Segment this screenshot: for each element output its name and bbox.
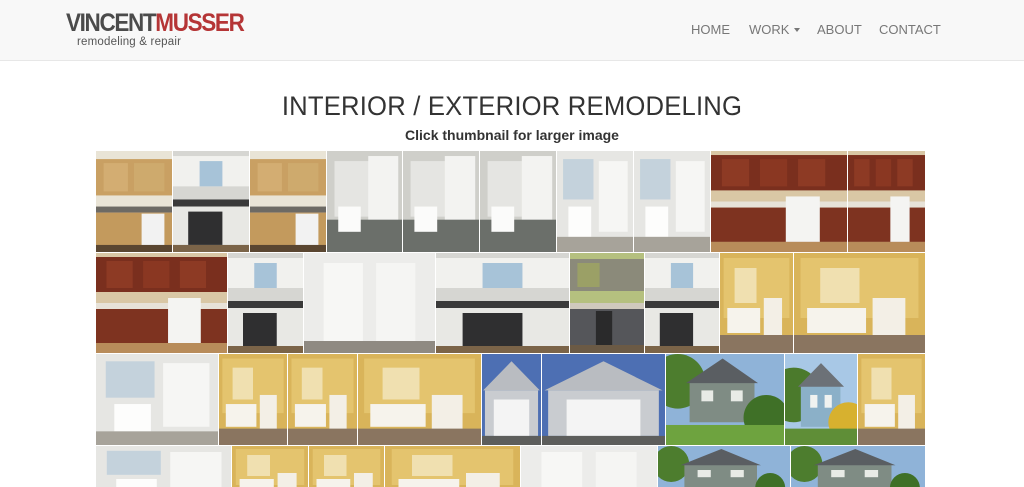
- gallery-thumbnail[interactable]: [791, 446, 925, 487]
- gallery-thumbnail[interactable]: [482, 354, 541, 445]
- gallery-thumbnail[interactable]: [634, 151, 710, 252]
- gallery-thumbnail[interactable]: [288, 354, 357, 445]
- gallery-thumbnail[interactable]: [542, 354, 665, 445]
- page-subtitle: Click thumbnail for larger image: [405, 127, 619, 143]
- brand-logo[interactable]: VINCENTMUSSER remodeling & repair: [66, 9, 245, 51]
- nav-contact[interactable]: CONTACT: [879, 22, 941, 38]
- gallery-thumbnail[interactable]: [858, 354, 925, 445]
- gallery-thumbnail[interactable]: [557, 151, 633, 252]
- gallery-thumbnail[interactable]: [403, 151, 479, 252]
- gallery-thumbnail[interactable]: [711, 151, 847, 252]
- gallery-thumbnail[interactable]: [309, 446, 384, 487]
- gallery-thumbnail[interactable]: [232, 446, 308, 487]
- gallery-thumbnail[interactable]: [480, 151, 556, 252]
- gallery-thumbnail[interactable]: [436, 253, 569, 353]
- gallery-thumbnail[interactable]: [658, 446, 790, 487]
- gallery-thumbnail[interactable]: [327, 151, 402, 252]
- gallery-thumbnail[interactable]: [96, 354, 218, 445]
- gallery-thumbnail[interactable]: [848, 151, 925, 252]
- brand-tagline: remodeling & repair: [77, 36, 182, 48]
- brand-name-last: MUSSER: [155, 9, 245, 37]
- nav-home[interactable]: HOME: [691, 22, 730, 38]
- gallery-thumbnail[interactable]: [358, 354, 481, 445]
- nav-work[interactable]: WORK: [749, 22, 801, 38]
- gallery-thumbnail[interactable]: [794, 253, 925, 353]
- page-title: INTERIOR / EXTERIOR REMODELING: [281, 91, 743, 121]
- gallery-thumbnail[interactable]: [96, 446, 231, 487]
- chevron-down-icon: [794, 28, 801, 32]
- gallery-thumbnail[interactable]: [219, 354, 287, 445]
- gallery-thumbnail[interactable]: [173, 151, 249, 252]
- nav-about[interactable]: ABOUT: [817, 22, 862, 38]
- gallery-thumbnail[interactable]: [385, 446, 520, 487]
- gallery-thumbnail[interactable]: [645, 253, 719, 353]
- gallery-thumbnail[interactable]: [228, 253, 303, 353]
- gallery-thumbnail[interactable]: [96, 253, 227, 353]
- gallery-thumbnail[interactable]: [304, 253, 435, 353]
- brand-name: VINCENTMUSSER: [66, 9, 245, 37]
- gallery-thumbnail[interactable]: [96, 151, 172, 252]
- gallery-thumbnail[interactable]: [785, 354, 857, 445]
- navbar: VINCENTMUSSER remodeling & repair HOME W…: [0, 0, 1024, 61]
- gallery-thumbnail[interactable]: [666, 354, 784, 445]
- gallery-thumbnail[interactable]: [720, 253, 793, 353]
- thumbnail-gallery: [96, 151, 926, 487]
- gallery-thumbnail[interactable]: [570, 253, 644, 353]
- brand-name-first: VINCENT: [66, 9, 157, 37]
- gallery-thumbnail[interactable]: [521, 446, 657, 487]
- gallery-thumbnail[interactable]: [250, 151, 326, 252]
- nav-work-label: WORK: [749, 22, 790, 37]
